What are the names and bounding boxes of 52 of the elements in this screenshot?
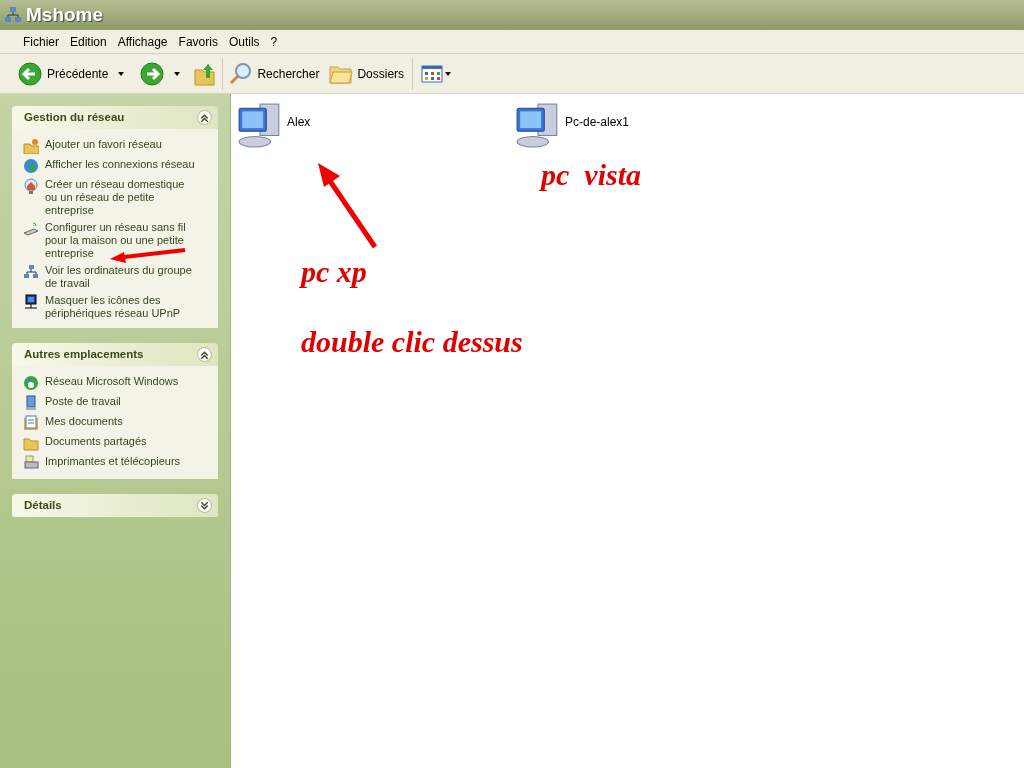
task-link[interactable]: Mes documents [45, 415, 195, 428]
caret-icon[interactable] [174, 71, 181, 76]
task-link[interactable]: Poste de travail [45, 395, 195, 408]
task-link[interactable]: Masquer les icônes des périphériques réseau UPnP [45, 294, 195, 320]
document-icon [23, 415, 39, 431]
task-link[interactable]: Voir les ordinateurs du groupe de travail [45, 264, 195, 290]
task-link[interactable]: Configurer un réseau sans fil pour la maison ou une petite entreprise [45, 221, 195, 260]
panel-title: Gestion du réseau [24, 109, 125, 125]
collapse-icon[interactable] [197, 347, 212, 362]
computer-icon [23, 395, 39, 411]
house-icon [23, 178, 39, 194]
folder-icon [23, 435, 39, 451]
menu-item[interactable]: Affichage [112, 31, 173, 52]
printer-icon [23, 455, 39, 471]
globe-icon [23, 375, 39, 391]
task-link[interactable]: Afficher les connexions réseau [45, 158, 195, 171]
search-icon [229, 61, 254, 86]
globe-icon [23, 158, 39, 174]
caret-icon[interactable] [118, 71, 125, 76]
task-link[interactable]: Créer un réseau domestique ou un réseau de petite entreprise [45, 178, 195, 217]
search-button[interactable]: Rechercher [229, 57, 320, 90]
views-icon [421, 64, 444, 83]
panel-title: Détails [24, 497, 62, 513]
network-icon [23, 264, 39, 280]
panel-title: Autres emplacements [24, 346, 144, 362]
menu-item[interactable]: Favoris [173, 31, 223, 52]
window-title: Mshome [26, 2, 104, 27]
folders-button[interactable]: Dossiers [329, 57, 405, 90]
computer-label[interactable]: Alex [287, 113, 311, 131]
menu-item[interactable]: ? [265, 31, 283, 52]
back-button[interactable]: Précédente [16, 57, 111, 90]
expand-icon[interactable] [197, 498, 212, 513]
task-link[interactable]: Imprimantes et télécopieurs [45, 455, 195, 468]
menu-item[interactable]: Fichier [18, 31, 64, 52]
computer-label[interactable]: Pc-de-alex1 [565, 113, 630, 131]
annotation-text: pc xp [301, 254, 367, 290]
panel-header[interactable]: Détails [12, 494, 218, 517]
menu-item[interactable]: Edition [65, 31, 112, 52]
menu-item[interactable]: Outils [223, 31, 265, 52]
task-link[interactable]: Ajouter un favori réseau [45, 138, 195, 151]
star-folder-icon [23, 138, 39, 154]
wireless-icon [23, 221, 39, 237]
panel-header[interactable]: Autres emplacements [12, 343, 218, 366]
collapse-icon[interactable] [197, 110, 212, 125]
caret-icon [445, 71, 452, 76]
task-link[interactable]: Réseau Microsoft Windows [45, 375, 195, 388]
annotation-text: pc vista [541, 157, 641, 193]
monitor-icon [23, 294, 39, 310]
annotation-text: double clic dessus [301, 324, 523, 360]
panel-header[interactable]: Gestion du réseau [12, 106, 218, 129]
task-link[interactable]: Documents partagés [45, 435, 195, 448]
network-icon [4, 6, 22, 24]
